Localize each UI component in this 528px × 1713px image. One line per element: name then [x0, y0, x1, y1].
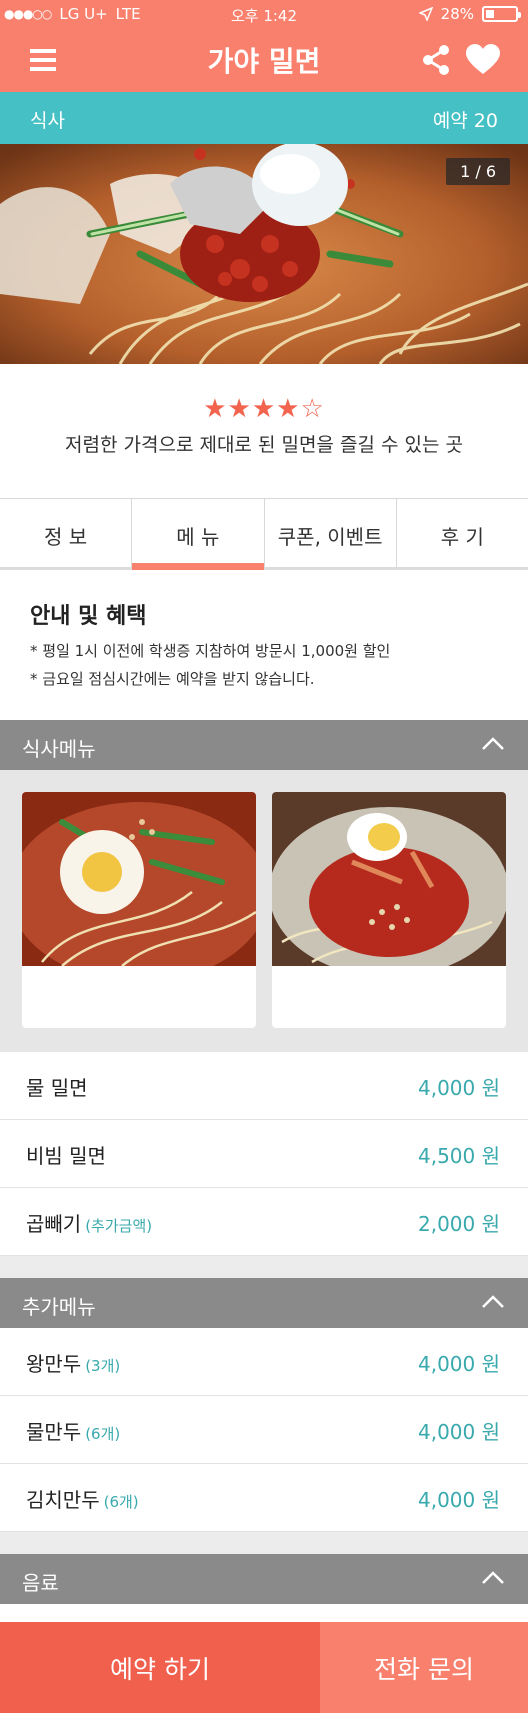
section-header-extra-menu[interactable]: 추가메뉴 [0, 1278, 528, 1328]
menu-item-row[interactable]: 물 밀면 4,000 원 [0, 1052, 528, 1120]
rating-stars: ★★★★☆ [203, 394, 325, 424]
section-divider [0, 1256, 528, 1278]
menu-item-name: 김치만두 [26, 1488, 100, 1512]
section-title: 추가메뉴 [22, 1295, 96, 1319]
category-label: 식사 [30, 110, 65, 132]
menu-photo-card[interactable] [22, 792, 256, 1028]
menu-item-row[interactable]: 곱빼기 (추가금액) 2,000 원 [0, 1188, 528, 1256]
hero-image-carousel[interactable]: 1 / 6 [0, 144, 528, 364]
section-title: 음료 [22, 1571, 59, 1595]
menu-item-row[interactable]: 비빔 밀면 4,500 원 [0, 1120, 528, 1188]
tab-coupon-event[interactable]: 쿠폰, 이벤트 [265, 499, 397, 567]
menu-item-name: 곱빼기 [26, 1212, 82, 1236]
menu-item-note: (6개) [85, 1425, 121, 1443]
tab-menu[interactable]: 메 뉴 [132, 499, 265, 570]
reserve-button[interactable]: 예약 하기 [0, 1622, 320, 1713]
app-header: 가야 밀면 [0, 30, 528, 92]
menu-item-price: 4,000 원 [417, 1488, 500, 1512]
menu-item-row[interactable]: 김치만두 (6개) 4,000 원 [0, 1464, 528, 1532]
chevron-up-icon[interactable] [482, 736, 504, 750]
menu-item-name: 왕만두 [26, 1352, 82, 1376]
menu-item-note: (3개) [85, 1357, 121, 1375]
bibim-milmyeon-photo [272, 792, 506, 966]
notice-section: 안내 및 혜택 * 평일 1시 이전에 학생증 지참하여 방문시 1,000원 … [0, 570, 528, 720]
section-title: 식사메뉴 [22, 737, 96, 761]
tab-bar: 정 보 메 뉴 쿠폰, 이벤트 후 기 [0, 498, 528, 570]
battery-percent: 28% [440, 5, 474, 23]
notice-title: 안내 및 혜택 [30, 604, 147, 629]
menu-item-note: (추가금액) [85, 1217, 153, 1235]
menu-item-name: 물 밀면 [26, 1076, 88, 1100]
menu-item-price: 4,000 원 [417, 1076, 500, 1100]
menu-photo-gallery [0, 770, 528, 1052]
menu-item-price: 4,500 원 [417, 1144, 500, 1168]
tagline: 저렴한 가격으로 제대로 된 밀면을 즐길 수 있는 곳 [65, 434, 463, 456]
menu-item-name: 물만두 [26, 1420, 82, 1444]
notice-line: * 평일 1시 이전에 학생증 지참하여 방문시 1,000원 할인 [30, 642, 391, 660]
section-header-meal-menu[interactable]: 식사메뉴 [0, 720, 528, 770]
status-bar: ●●●○○ LG U+ LTE 오후 1:42 28% [0, 0, 528, 30]
menu-photo-card[interactable] [272, 792, 506, 1028]
menu-item-row[interactable]: 왕만두 (3개) 4,000 원 [0, 1328, 528, 1396]
tab-reviews[interactable]: 후 기 [397, 499, 528, 567]
battery-icon [482, 6, 521, 22]
chevron-up-icon[interactable] [482, 1570, 504, 1584]
notice-line: * 금요일 점심시간에는 예약을 받지 않습니다. [30, 670, 315, 688]
chevron-up-icon[interactable] [482, 1294, 504, 1308]
heart-icon[interactable] [466, 44, 500, 76]
section-header-drinks[interactable]: 음료 [0, 1554, 528, 1604]
menu-item-note: (6개) [103, 1493, 139, 1511]
tab-info[interactable]: 정 보 [0, 499, 133, 567]
category-bar: 식사 예약 20 [0, 92, 528, 144]
call-inquiry-button[interactable]: 전화 문의 [320, 1622, 528, 1713]
reservation-count[interactable]: 예약 20 [433, 106, 498, 133]
menu-item-name: 비빔 밀면 [26, 1144, 106, 1168]
menu-item-price: 2,000 원 [417, 1212, 500, 1236]
mul-milmyeon-photo [22, 792, 256, 966]
menu-item-row[interactable]: 물만두 (6개) 4,000 원 [0, 1396, 528, 1464]
menu-item-price: 4,000 원 [417, 1420, 500, 1444]
bottom-action-bar: 예약 하기 전화 문의 [0, 1622, 528, 1713]
section-divider [0, 1532, 528, 1554]
share-icon[interactable] [420, 44, 452, 76]
carousel-counter: 1 / 6 [446, 158, 510, 185]
location-arrow-icon [418, 7, 433, 21]
menu-item-price: 4,000 원 [417, 1352, 500, 1376]
